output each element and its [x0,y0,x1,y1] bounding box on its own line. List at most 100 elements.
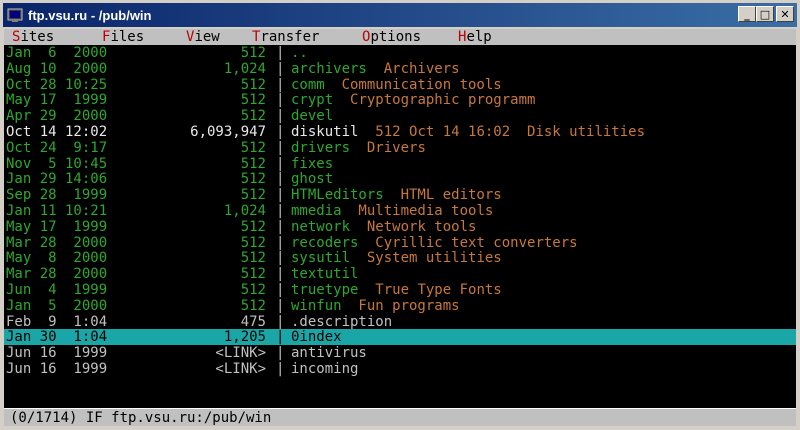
terminal-app-icon[interactable] [7,7,23,23]
file-size: 512 [240,76,266,93]
menu-label: iles [110,29,145,45]
column-separator: | [276,124,285,140]
file-name: 0index [291,329,342,346]
file-date: Jun 4 1999 [6,282,108,298]
file-row[interactable]: Mar 28 2000 512 | recoders Cyrillic text co… [4,235,796,251]
menu-label: ites [20,29,55,45]
file-row[interactable]: Mar 28 2000 512 | textutil [4,266,796,282]
file-size: 475 [240,313,266,330]
maximize-button[interactable]: □ [756,6,774,22]
file-name: crypt Cryptographic programm [291,92,536,109]
menu-item-view[interactable]: View [186,29,220,45]
menu-label: ptions [370,29,422,45]
menu-label: elp [466,29,492,45]
file-name: network Network tools [291,218,477,235]
menu-item-sites[interactable]: Sites [12,29,54,45]
file-size: 512 [240,187,266,204]
file-description: HTML editors [383,187,502,204]
file-row[interactable]: Aug 10 2000 1,024 | archivers Archivers [4,61,796,77]
file-row[interactable]: May 17 1999 512 | network Network tools [4,219,796,235]
file-date: Oct 14 12:02 [6,124,108,140]
file-description: 512 Oct 14 16:02 Disk utilities [358,124,646,140]
minimize-button[interactable]: _ [738,6,756,22]
column-separator: | [276,45,285,61]
column-separator: | [276,345,285,362]
file-description: Network tools [350,218,477,235]
file-row[interactable]: Jan 6 2000 512 |.. [4,45,796,61]
file-name: recoders Cyrillic text converters [291,234,578,251]
file-name: mmedia Multimedia tools [291,203,494,219]
file-row[interactable]: May 17 1999 512 | crypt Cryptographic progr… [4,92,796,108]
file-size: 6,093,947 [190,124,266,140]
column-separator: | [276,218,285,235]
column-separator: | [276,155,285,172]
menu-item-help[interactable]: Help [458,29,492,45]
file-size: <LINK> [215,361,266,377]
file-row[interactable]: Oct 24 9:17 512 | drivers Drivers [4,140,796,156]
file-row[interactable]: Jun 4 1999 512 | truetype True Type Fonts [4,282,796,298]
terminal-area[interactable]: Sites Files View Transfer Options Help Jan 6 … [4,29,796,426]
file-size: 512 [240,92,266,109]
column-separator: | [276,187,285,204]
close-button[interactable]: ✕ [776,6,794,22]
file-size: 512 [240,250,266,267]
file-date: Sep 28 1999 [6,187,108,204]
file-date: May 8 2000 [6,250,108,267]
file-row[interactable]: Apr 29 2000 512 | devel [4,108,796,124]
column-separator: | [276,60,285,77]
column-separator: | [276,139,285,156]
status-bar: (0/1714) IF ftp.vsu.ru:/pub/win [4,408,796,426]
file-name: antivirus [291,345,367,362]
file-date: Mar 28 2000 [6,266,108,283]
column-separator: | [276,361,285,377]
file-date: May 17 1999 [6,218,108,235]
file-date: Jan 6 2000 [6,45,108,61]
file-size: 512 [240,139,266,156]
file-size: 1,024 [223,203,266,219]
menu-item-transfer[interactable]: Transfer [252,29,319,45]
file-size: 512 [240,234,266,251]
file-description: Communication tools [324,76,502,93]
file-name: diskutil 512 Oct 14 16:02 Disk utilities [291,124,646,140]
file-date: Feb 9 1:04 [6,313,108,330]
file-size: 512 [240,282,266,298]
file-date: Oct 28 10:25 [6,76,108,93]
file-name: archivers Archivers [291,60,460,77]
file-row[interactable]: Feb 9 1:04 475 | .description [4,314,796,330]
column-separator: | [276,234,285,251]
file-row[interactable]: Nov 5 10:45 512 | fixes [4,156,796,172]
column-separator: | [276,282,285,298]
file-size: 512 [240,45,266,61]
file-name: incoming [291,361,359,377]
file-description: System utilities [350,250,502,267]
window-controls: _ □ ✕ [738,6,794,22]
file-row[interactable]: Jan 5 2000 512 | winfun Fun programs [4,298,796,314]
file-date: Oct 24 9:17 [6,139,108,156]
file-name: sysutil System utilities [291,250,502,267]
file-row[interactable]: May 8 2000 512 | sysutil System utilities [4,250,796,266]
file-name: winfun Fun programs [291,297,460,314]
file-row[interactable]: Jan 29 14:06 512 | ghost [4,171,796,187]
file-row[interactable]: Jun 16 1999 <LINK> | antivirus [4,345,796,361]
status-text: (0/1714) IF ftp.vsu.ru:/pub/win [10,410,272,426]
menu-label: ransfer [260,29,320,45]
file-row[interactable]: Oct 28 10:25 512 | comm Communication tools [4,77,796,93]
column-separator: | [276,108,285,125]
file-name: devel [291,108,334,125]
menu-item-options[interactable]: Options [362,29,421,45]
file-row[interactable]: Sep 28 1999 512 | HTMLeditors HTML editors [4,187,796,203]
file-date: Nov 5 10:45 [6,155,108,172]
file-row[interactable]: Jan 30 1:04 1,205 | 0index [4,329,796,346]
file-name: truetype True Type Fonts [291,282,502,298]
file-row[interactable]: Jun 16 1999 <LINK> | incoming [4,361,796,377]
menu-item-files[interactable]: Files [102,29,144,45]
file-date: May 17 1999 [6,92,108,109]
file-date: Jun 16 1999 [6,361,108,377]
file-description: Multimedia tools [341,203,494,219]
file-description: Archivers [366,60,460,77]
file-row[interactable]: Oct 14 12:02 6,093,947 | diskutil 512 Oct 1… [4,124,796,140]
title-bar[interactable]: ftp.vsu.ru - /pub/win _ □ ✕ [3,3,797,27]
file-size: 1,024 [223,60,266,77]
menu-bar: Sites Files View Transfer Options Help [4,29,796,45]
file-row[interactable]: Jan 11 10:21 1,024 | mmedia Multimedia tool… [4,203,796,219]
